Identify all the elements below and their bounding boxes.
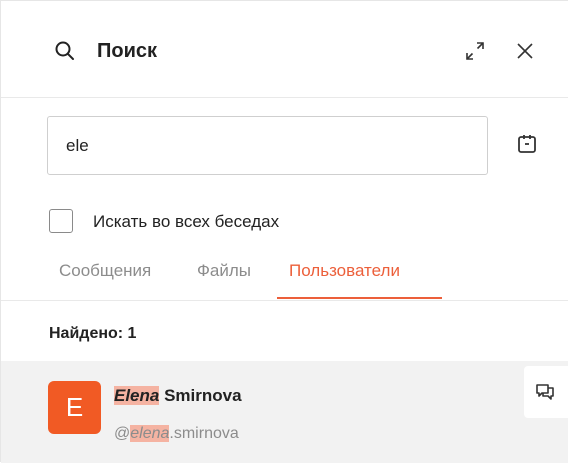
handle-highlight: elena [130,425,170,442]
handle-rest: .smirnova [169,425,239,442]
tab-messages[interactable]: Сообщения [59,259,151,283]
tab-files[interactable]: Файлы [197,259,251,283]
list-item[interactable]: E Elena Smirnova @elena.smirnova [1,361,568,463]
send-message-button[interactable] [524,366,568,418]
active-tab-indicator [277,297,442,299]
tabs-divider [1,300,568,301]
results-count: Найдено: 1 [49,325,137,342]
calendar-icon[interactable] [515,132,539,156]
name-highlight: Elena [114,386,160,405]
search-header: Поиск [1,1,568,98]
search-icon [55,41,74,60]
close-icon[interactable] [513,39,537,63]
search-all-label: Искать во всех беседах [93,212,280,231]
tab-users[interactable]: Пользователи [289,259,400,283]
avatar: E [48,381,101,434]
page-title: Поиск [97,40,158,62]
message-icon [536,384,554,400]
search-all-checkbox[interactable] [49,209,73,233]
handle-prefix: @ [114,425,131,442]
search-panel: Поиск Искать во всех беседах Сообщения Ф… [0,0,568,463]
name-rest: Smirnova [159,386,242,405]
user-handle: @elena.smirnova [114,423,239,445]
search-input[interactable] [66,117,466,174]
expand-icon[interactable] [463,39,487,63]
user-name: Elena Smirnova [114,385,242,407]
search-field[interactable] [47,116,488,175]
